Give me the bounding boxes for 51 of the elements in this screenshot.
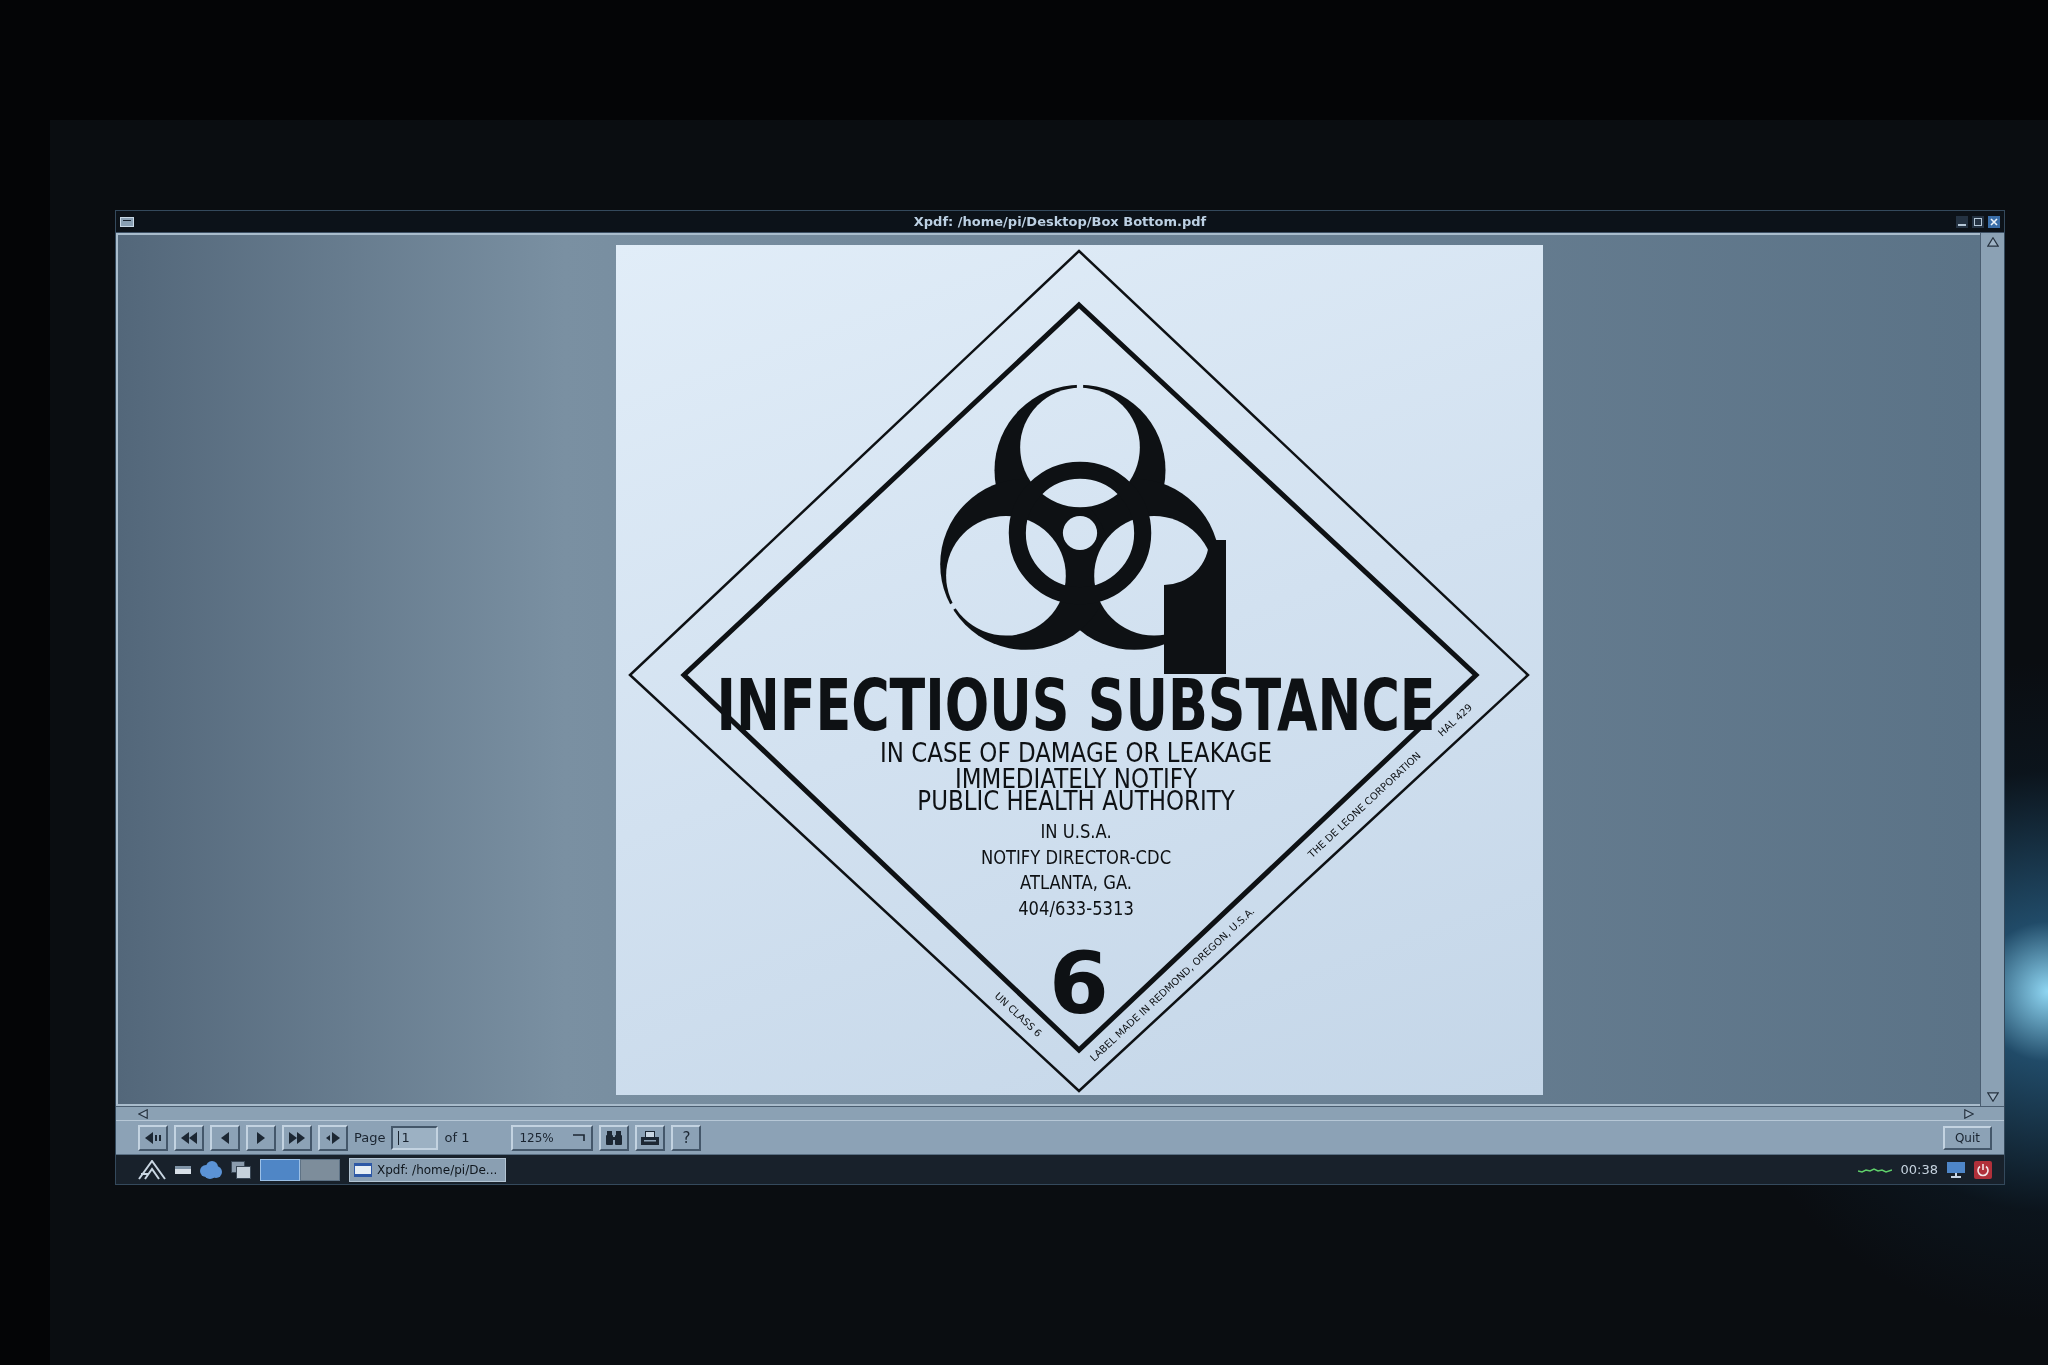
- scroll-left-arrow-icon[interactable]: [138, 1108, 148, 1119]
- scroll-right-arrow-icon[interactable]: [1964, 1108, 1974, 1119]
- forward-button[interactable]: [318, 1124, 348, 1151]
- binoculars-icon: [606, 1130, 623, 1145]
- printer-icon: [641, 1130, 660, 1145]
- fast-backward-button[interactable]: [174, 1124, 204, 1151]
- horizontal-scrollbar[interactable]: [116, 1106, 2004, 1120]
- double-right-arrow-icon: [289, 1131, 305, 1144]
- desktop-pager-button[interactable]: [300, 1158, 340, 1181]
- find-button[interactable]: [599, 1124, 630, 1151]
- power-icon[interactable]: [1974, 1160, 1992, 1179]
- label-contact-line: IN U.S.A.: [1039, 818, 1112, 842]
- maximize-icon[interactable]: [1972, 215, 1984, 228]
- small-and-large-arrows-icon: [326, 1131, 340, 1144]
- label-contact-line: ATLANTA, GA.: [1019, 869, 1132, 893]
- quit-button[interactable]: Quit: [1942, 1125, 1992, 1150]
- help-button[interactable]: ?: [671, 1124, 702, 1151]
- window-icon: [354, 1162, 372, 1177]
- desktop-pager-button[interactable]: [260, 1158, 300, 1181]
- left-arrow-bars-icon: [145, 1131, 161, 1144]
- right-arrow-icon: [257, 1131, 265, 1144]
- stacked-windows-icon[interactable]: [231, 1160, 251, 1179]
- page-label: Page: [354, 1130, 386, 1145]
- scroll-down-arrow-icon[interactable]: [1986, 1092, 1999, 1102]
- minimize-icon[interactable]: [1956, 215, 1968, 228]
- cloud-icon[interactable]: [200, 1160, 222, 1179]
- label-edge-text: HAL 429: [1435, 701, 1474, 738]
- monitor-icon[interactable]: [1947, 1161, 1965, 1178]
- print-button[interactable]: [635, 1124, 666, 1151]
- window-menu-icon[interactable]: [120, 216, 134, 227]
- next-page-button[interactable]: [246, 1124, 276, 1151]
- page-count: of 1: [444, 1130, 470, 1145]
- usage-graph-drawing: [1857, 1166, 1892, 1173]
- window-title: Xpdf: /home/pi/Desktop/Box Bottom.pdf: [913, 214, 1207, 229]
- double-left-arrow-icon: [181, 1131, 197, 1144]
- previous-page-button[interactable]: [210, 1124, 240, 1151]
- start-menu-icon[interactable]: [138, 1159, 166, 1180]
- left-arrow-icon: [221, 1131, 229, 1144]
- clock[interactable]: 00:38: [1900, 1162, 1938, 1177]
- hazard-class-number: 6: [1048, 932, 1109, 1033]
- close-icon[interactable]: [1988, 215, 2000, 228]
- small-window-icon[interactable]: [175, 1165, 191, 1174]
- fast-forward-button[interactable]: [282, 1124, 312, 1151]
- taskbar-window-button[interactable]: Xpdf: /home/pi/De...: [349, 1157, 507, 1182]
- label-contact-line: NOTIFY DIRECTOR-CDC: [980, 844, 1171, 868]
- page-input[interactable]: 1: [391, 1125, 439, 1150]
- back-button[interactable]: [138, 1124, 168, 1151]
- zoom-dropdown[interactable]: 125%: [511, 1124, 594, 1151]
- label-contact-line: 404/633-5313: [1017, 895, 1134, 919]
- scroll-up-arrow-icon[interactable]: [1986, 237, 1999, 247]
- vertical-scrollbar[interactable]: [1980, 233, 2004, 1106]
